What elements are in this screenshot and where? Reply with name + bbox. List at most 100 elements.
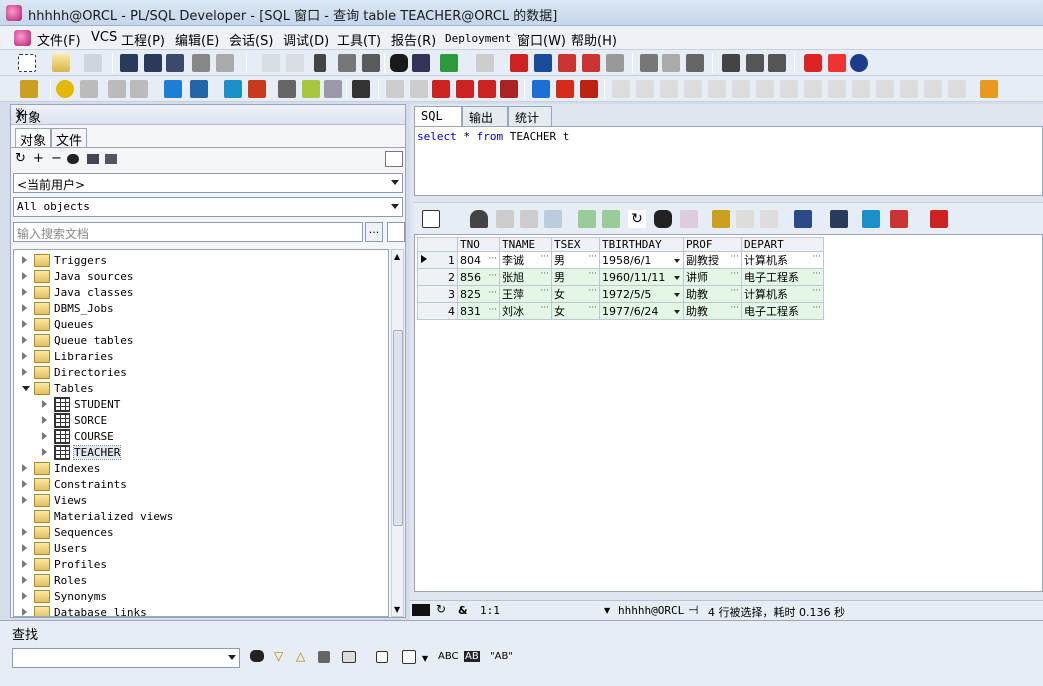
macro-12-icon[interactable] bbox=[876, 80, 894, 98]
menu-vcs[interactable]: VCS bbox=[91, 30, 117, 45]
date-dropdown-icon[interactable] bbox=[674, 275, 680, 280]
table-cell[interactable]: 1960/11/11 bbox=[599, 268, 684, 286]
table-row[interactable]: 1 804 ··· 李诚 ··· 男 ··· 1958/6/1 副教授 ··· 计算机系 ··· bbox=[417, 251, 824, 269]
sql-window-icon[interactable] bbox=[164, 80, 182, 98]
scroll-down-icon[interactable]: ▼ bbox=[394, 605, 400, 614]
table-cell[interactable]: 女 ··· bbox=[551, 285, 600, 303]
table-cell[interactable]: 助教 ··· bbox=[683, 285, 742, 303]
row-number[interactable]: 3 bbox=[417, 285, 458, 303]
fetch-last-icon[interactable] bbox=[108, 80, 126, 98]
macro-3-icon[interactable] bbox=[660, 80, 678, 98]
whole-word-toggle[interactable]: ABC bbox=[438, 651, 459, 662]
plan-icon[interactable] bbox=[302, 80, 320, 98]
expand-icon[interactable] bbox=[22, 528, 27, 536]
menu-window[interactable]: 窗口(W) bbox=[517, 30, 566, 49]
debug-out-icon[interactable] bbox=[500, 80, 518, 98]
break-icon[interactable] bbox=[80, 80, 98, 98]
table-cell[interactable]: 1977/6/24 bbox=[599, 302, 684, 320]
tile-horizontal-icon[interactable] bbox=[746, 54, 764, 72]
grid-select-icon[interactable] bbox=[422, 210, 440, 228]
find-icon[interactable] bbox=[250, 650, 264, 662]
arrow-right-red-icon[interactable] bbox=[556, 80, 574, 98]
scroll-up-icon[interactable]: ▲ bbox=[394, 252, 400, 261]
wrench-icon[interactable] bbox=[352, 80, 370, 98]
menu-file[interactable]: 文件(F) bbox=[37, 30, 81, 49]
grid-save-icon[interactable] bbox=[830, 210, 848, 228]
post-changes-icon[interactable] bbox=[544, 210, 562, 228]
find-objects-icon[interactable] bbox=[67, 154, 79, 164]
table-cell[interactable]: 1972/5/5 bbox=[599, 285, 684, 303]
object-filter-combo[interactable]: All objects bbox=[13, 197, 403, 217]
comment-icon[interactable] bbox=[558, 54, 576, 72]
find-input[interactable] bbox=[12, 648, 240, 668]
table-cell[interactable]: 助教 ··· bbox=[683, 302, 742, 320]
save-as-icon[interactable] bbox=[144, 54, 162, 72]
new-sql-icon[interactable] bbox=[190, 80, 208, 98]
expand-icon[interactable] bbox=[42, 432, 47, 440]
fetch-all-icon[interactable] bbox=[130, 80, 148, 98]
pdf-icon[interactable] bbox=[828, 54, 846, 72]
format-icon[interactable] bbox=[606, 54, 624, 72]
fetch-next-icon[interactable] bbox=[578, 210, 596, 228]
tab-files[interactable]: 文件 bbox=[51, 128, 88, 149]
chevron-down-icon[interactable]: ▼ bbox=[604, 606, 610, 615]
macro-7-icon[interactable] bbox=[756, 80, 774, 98]
indent-icon[interactable] bbox=[510, 54, 528, 72]
plsql-menu-icon[interactable] bbox=[14, 30, 31, 46]
regex-toggle[interactable]: AB bbox=[464, 651, 480, 662]
cell-ellipsis-button[interactable]: ··· bbox=[540, 269, 549, 279]
expand-icon[interactable] bbox=[22, 480, 27, 488]
tree-scrollbar[interactable]: ▲ ▼ bbox=[391, 249, 404, 617]
column-header[interactable]: TNO bbox=[457, 237, 500, 252]
expand-icon[interactable] bbox=[22, 608, 27, 616]
column-header[interactable]: TBIRTHDAY bbox=[599, 237, 684, 252]
find-previous-icon[interactable]: △ bbox=[296, 649, 305, 663]
rollback-icon[interactable] bbox=[248, 80, 266, 98]
tab-sql[interactable]: SQL bbox=[414, 106, 462, 127]
match-case-icon[interactable] bbox=[376, 651, 388, 663]
debug-run-icon[interactable] bbox=[432, 80, 450, 98]
expand-icon[interactable] bbox=[22, 496, 27, 504]
expand-icon[interactable] bbox=[22, 352, 27, 360]
cell-ellipsis-button[interactable]: ··· bbox=[588, 269, 597, 279]
macro-13-icon[interactable] bbox=[900, 80, 918, 98]
row-number[interactable]: 1 bbox=[417, 251, 458, 269]
cell-ellipsis-button[interactable]: ··· bbox=[812, 303, 821, 313]
table-cell[interactable]: 1958/6/1 bbox=[599, 251, 684, 269]
expand-icon[interactable] bbox=[22, 464, 27, 472]
column-header[interactable]: DEPART bbox=[741, 237, 824, 252]
breakpoint-icon[interactable] bbox=[386, 80, 404, 98]
macro-9-icon[interactable] bbox=[804, 80, 822, 98]
macro-run-icon[interactable] bbox=[980, 80, 998, 98]
query-by-example-icon[interactable] bbox=[654, 210, 672, 228]
cell-ellipsis-button[interactable]: ··· bbox=[730, 303, 739, 313]
table-row[interactable]: 4 831 ··· 刘冰 ··· 女 ··· 1977/6/24 助教 ··· 电子工程系 ··· bbox=[417, 302, 824, 320]
cell-ellipsis-button[interactable]: ··· bbox=[812, 286, 821, 296]
expand-icon[interactable] bbox=[22, 544, 27, 552]
date-dropdown-icon[interactable] bbox=[674, 258, 680, 263]
menu-reports[interactable]: 报告(R) bbox=[391, 30, 436, 49]
expand-icon[interactable] bbox=[22, 304, 27, 312]
cell-ellipsis-button[interactable]: ··· bbox=[588, 286, 597, 296]
cell-ellipsis-button[interactable]: ··· bbox=[588, 252, 597, 262]
cell-ellipsis-button[interactable]: ··· bbox=[488, 254, 497, 264]
window-list-icon[interactable] bbox=[640, 54, 658, 72]
menu-session[interactable]: 会话(S) bbox=[229, 30, 273, 49]
column-header[interactable]: PROF bbox=[683, 237, 742, 252]
find-icon[interactable] bbox=[390, 54, 408, 72]
table-cell[interactable]: 李诚 ··· bbox=[499, 251, 552, 269]
tools-icon[interactable] bbox=[278, 80, 296, 98]
expand-icon[interactable] bbox=[22, 592, 27, 600]
refresh-grid-icon[interactable]: ↻ bbox=[628, 210, 646, 228]
search-more-button[interactable]: ... bbox=[365, 222, 383, 242]
color-box[interactable] bbox=[385, 151, 403, 167]
redo-icon[interactable] bbox=[286, 54, 304, 72]
chart-icon[interactable] bbox=[890, 210, 908, 228]
lock-icon[interactable] bbox=[470, 210, 488, 228]
row-number[interactable]: 2 bbox=[417, 268, 458, 286]
column-header[interactable]: TNAME bbox=[499, 237, 552, 252]
cell-ellipsis-button[interactable]: ··· bbox=[488, 271, 497, 281]
chevron-down-icon[interactable]: ▼ bbox=[422, 654, 428, 663]
info-icon[interactable] bbox=[850, 54, 868, 72]
table-row[interactable]: 2 856 ··· 张旭 ··· 男 ··· 1960/11/11 讲师 ··· 电子工程系 ··· bbox=[417, 268, 824, 286]
